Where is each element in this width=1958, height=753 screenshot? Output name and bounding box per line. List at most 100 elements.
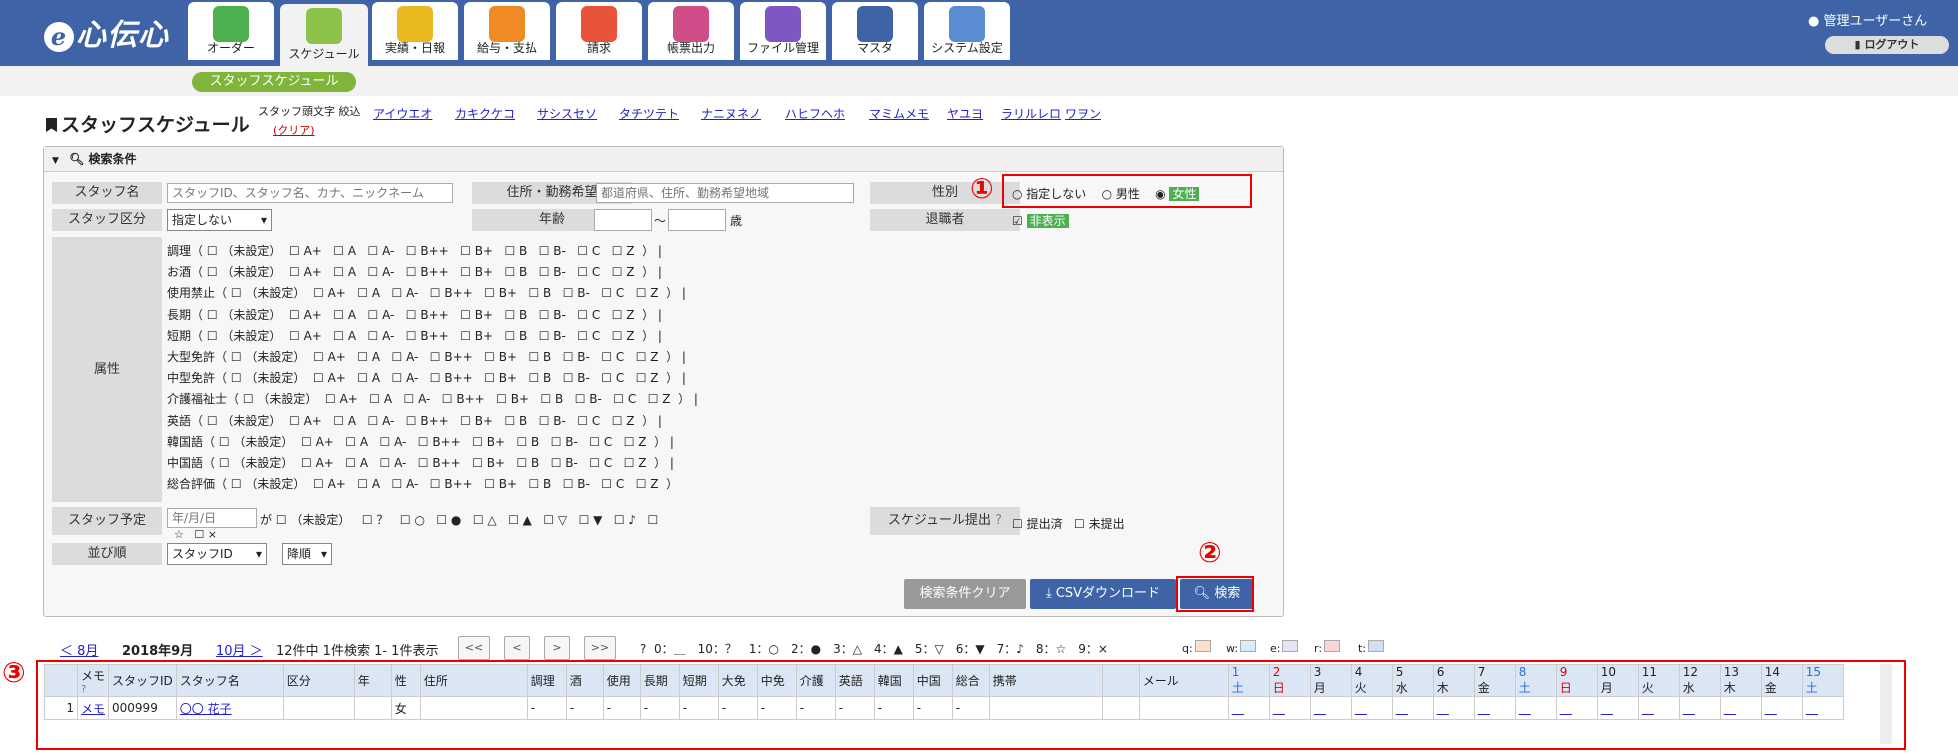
- table-header-cell[interactable]: 韓国: [873, 664, 914, 697]
- table-header-cell[interactable]: メール: [1138, 664, 1229, 697]
- table-header-cell[interactable]: 総合: [951, 664, 990, 697]
- attribute-row[interactable]: 短期（ ☐ （未設定） ☐ A+ ☐ A ☐ A- ☐ B++ ☐ B+ ☐ B…: [167, 327, 662, 344]
- kana-filter-clear-link[interactable]: (クリア): [273, 122, 315, 138]
- day-schedule-cell[interactable]: ＿: [1514, 696, 1557, 720]
- day-schedule-cell[interactable]: ＿: [1637, 696, 1680, 720]
- table-scrollbar[interactable]: [1880, 664, 1892, 744]
- attribute-row[interactable]: お酒（ ☐ （未設定） ☐ A+ ☐ A ☐ A- ☐ B++ ☐ B+ ☐ B…: [167, 263, 662, 280]
- table-header-cell[interactable]: 短期: [678, 664, 719, 697]
- attribute-row[interactable]: 介護福祉士（ ☐ （未設定） ☐ A+ ☐ A ☐ A- ☐ B++ ☐ B+ …: [167, 390, 698, 407]
- csv-download-button[interactable]: ⤓ CSVダウンロード: [1030, 579, 1176, 609]
- day-schedule-cell[interactable]: ＿: [1760, 696, 1803, 720]
- collapse-icon[interactable]: ▼: [52, 156, 59, 166]
- kana-link[interactable]: カキクケコ: [455, 105, 515, 122]
- order-select[interactable]: スタッフID: [167, 543, 267, 565]
- user-name[interactable]: ● 管理ユーザーさん: [1808, 10, 1927, 29]
- attribute-row[interactable]: 中型免許（ ☐ （未設定） ☐ A+ ☐ A ☐ A- ☐ B++ ☐ B+ ☐…: [167, 369, 686, 386]
- day-schedule-cell[interactable]: ＿: [1596, 696, 1639, 720]
- attribute-row[interactable]: 中国語（ ☐ （未設定） ☐ A+ ☐ A ☐ A- ☐ B++ ☐ B+ ☐ …: [167, 454, 674, 471]
- age-min-input[interactable]: [594, 209, 652, 231]
- logout-button[interactable]: ▮ ログアウト: [1825, 36, 1949, 54]
- kana-link[interactable]: タチツテト: [619, 105, 679, 122]
- app-logo[interactable]: e 心伝心: [44, 10, 169, 54]
- staff-name-link[interactable]: 〇〇 花子: [175, 696, 284, 720]
- table-header-cell[interactable]: メモ?: [76, 664, 110, 697]
- table-header-cell[interactable]: 住所: [419, 664, 528, 697]
- kana-link[interactable]: ナニヌネノ: [701, 105, 761, 122]
- nav-tab-3[interactable]: 給与・支払: [464, 2, 550, 60]
- sub-tab-staff-schedule[interactable]: スタッフスケジュール: [192, 72, 356, 92]
- table-header-cell[interactable]: 区分: [282, 664, 355, 697]
- table-header-cell[interactable]: 英語: [834, 664, 875, 697]
- schedule-submit-options[interactable]: ☐ 提出済 ☐ 未提出: [1012, 515, 1125, 532]
- nav-tab-5[interactable]: 帳票出力: [648, 2, 734, 60]
- attribute-row[interactable]: 長期（ ☐ （未設定） ☐ A+ ☐ A ☐ A- ☐ B++ ☐ B+ ☐ B…: [167, 306, 662, 323]
- staff-name-input[interactable]: [167, 183, 453, 203]
- search-panel-header[interactable]: ▼ 🔍︎ 検索条件: [44, 147, 1283, 172]
- kana-link[interactable]: アイウエオ: [373, 105, 432, 122]
- help-icon[interactable]: ?: [640, 642, 654, 656]
- table-header-cell[interactable]: スタッフ名: [175, 664, 284, 697]
- table-header-cell[interactable]: 長期: [639, 664, 680, 697]
- table-header-cell[interactable]: 中国: [912, 664, 953, 697]
- next-page-button[interactable]: >: [544, 636, 570, 660]
- day-schedule-cell[interactable]: ＿: [1555, 696, 1598, 720]
- table-header-cell[interactable]: 使用: [602, 664, 641, 697]
- table-header-cell[interactable]: 調理: [526, 664, 567, 697]
- kana-link[interactable]: ワヲン: [1065, 105, 1101, 122]
- day-schedule-cell[interactable]: ＿: [1432, 696, 1475, 720]
- nav-tab-7[interactable]: マスタ: [832, 2, 918, 60]
- table-header-cell[interactable]: 性: [390, 664, 421, 697]
- day-schedule-cell[interactable]: ＿: [1719, 696, 1762, 720]
- day-schedule-cell[interactable]: ＿: [1801, 696, 1844, 720]
- nav-tab-8[interactable]: システム設定: [924, 2, 1010, 60]
- day-schedule-cell[interactable]: ＿: [1227, 696, 1270, 720]
- nav-tab-6[interactable]: ファイル管理: [740, 2, 826, 60]
- attribute-row[interactable]: 総合評価（ ☐ （未設定） ☐ A+ ☐ A ☐ A- ☐ B++ ☐ B+ ☐…: [167, 475, 678, 492]
- help-icon[interactable]: ?: [81, 684, 105, 695]
- table-header-cell[interactable]: 携帯: [988, 664, 1103, 697]
- nav-tab-4[interactable]: 請求: [556, 2, 642, 60]
- day-schedule-cell[interactable]: ＿: [1350, 696, 1393, 720]
- table-header-cell[interactable]: 介護: [795, 664, 836, 697]
- nav-tab-0[interactable]: オーダー: [188, 2, 274, 60]
- day-schedule-cell[interactable]: ＿: [1678, 696, 1721, 720]
- nav-tab-1[interactable]: スケジュール: [280, 4, 368, 66]
- day-schedule-cell[interactable]: ＿: [1391, 696, 1434, 720]
- kana-link[interactable]: サシスセソ: [537, 105, 597, 122]
- table-header-cell[interactable]: [1101, 664, 1140, 697]
- day-schedule-cell[interactable]: ＿: [1309, 696, 1352, 720]
- kana-link[interactable]: ラリルレロ: [1001, 105, 1061, 122]
- table-header-cell[interactable]: スタッフID: [108, 664, 177, 697]
- day-schedule-cell[interactable]: ＿: [1473, 696, 1516, 720]
- help-icon[interactable]: ?: [995, 513, 1002, 528]
- kana-link[interactable]: マミムメモ: [869, 105, 929, 122]
- attribute-row[interactable]: 調理（ ☐ （未設定） ☐ A+ ☐ A ☐ A- ☐ B++ ☐ B+ ☐ B…: [167, 242, 662, 259]
- address-input[interactable]: [596, 183, 854, 203]
- kana-link[interactable]: ハヒフヘホ: [785, 105, 845, 122]
- table-header-cell[interactable]: 大免: [717, 664, 758, 697]
- table-header-cell[interactable]: 酒: [565, 664, 604, 697]
- schedule-options-2[interactable]: ☆ ☐ ×: [174, 528, 217, 541]
- attribute-row[interactable]: 使用禁止（ ☐ （未設定） ☐ A+ ☐ A ☐ A- ☐ B++ ☐ B+ ☐…: [167, 284, 686, 301]
- kana-link[interactable]: ヤユヨ: [947, 105, 983, 122]
- next-month-link[interactable]: 10月 ＞: [216, 640, 263, 659]
- memo-link[interactable]: メモ: [76, 696, 110, 720]
- retired-checkbox[interactable]: ☑ 非表示: [1012, 212, 1069, 229]
- first-page-button[interactable]: <<: [458, 636, 490, 660]
- nav-tab-2[interactable]: 実績・日報: [372, 2, 458, 60]
- staff-type-select[interactable]: 指定しない: [167, 209, 272, 231]
- prev-month-link[interactable]: ＜ 8月: [60, 640, 98, 659]
- last-page-button[interactable]: >>: [584, 636, 616, 660]
- prev-page-button[interactable]: <: [504, 636, 530, 660]
- schedule-date-input[interactable]: [167, 508, 257, 528]
- schedule-options[interactable]: が ☐ （未設定） ☐ ？ ☐ ○ ☐ ● ☐ △ ☐ ▲ ☐ ▽ ☐ ▼ ☐ …: [260, 511, 658, 528]
- order-direction-select[interactable]: 降順: [282, 543, 332, 565]
- day-schedule-cell[interactable]: ＿: [1268, 696, 1311, 720]
- age-max-input[interactable]: [668, 209, 726, 231]
- table-header-cell[interactable]: 年: [353, 664, 392, 697]
- attribute-row[interactable]: 英語（ ☐ （未設定） ☐ A+ ☐ A ☐ A- ☐ B++ ☐ B+ ☐ B…: [167, 412, 662, 429]
- table-header-cell[interactable]: 中免: [756, 664, 797, 697]
- clear-conditions-button[interactable]: 検索条件クリア: [904, 579, 1026, 609]
- attribute-row[interactable]: 韓国語（ ☐ （未設定） ☐ A+ ☐ A ☐ A- ☐ B++ ☐ B+ ☐ …: [167, 433, 674, 450]
